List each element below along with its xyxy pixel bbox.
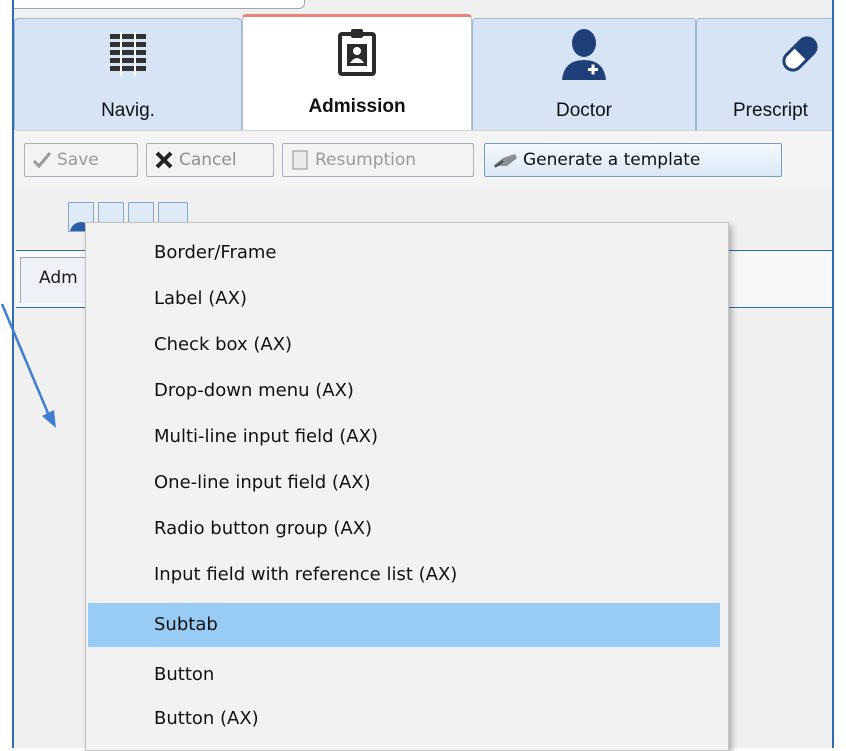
document-icon bbox=[289, 149, 311, 171]
menu-item-multi-line-input[interactable]: Multi-line input field (AX) bbox=[88, 415, 720, 459]
checkmark-icon bbox=[31, 149, 53, 171]
menu-item-subtab[interactable]: Subtab bbox=[88, 603, 720, 647]
menu-item-border-frame[interactable]: Border/Frame bbox=[88, 231, 720, 275]
menu-item-check-box[interactable]: Check box (AX) bbox=[88, 323, 720, 367]
annotation-arrow bbox=[0, 303, 56, 428]
menu-item-input-reference-list[interactable]: Input field with reference list (AX) bbox=[88, 553, 720, 597]
save-label: Save bbox=[57, 150, 99, 170]
pill-icon bbox=[697, 27, 832, 81]
menu-item-drop-down-menu[interactable]: Drop-down menu (AX) bbox=[88, 369, 720, 413]
menu-item-one-line-input[interactable]: One-line input field (AX) bbox=[88, 461, 720, 505]
generate-template-button[interactable]: Generate a template bbox=[484, 143, 782, 177]
resumption-label: Resumption bbox=[315, 150, 417, 170]
context-menu: Border/Frame Label (AX) Check box (AX) D… bbox=[85, 222, 729, 751]
clipboard-id-icon bbox=[243, 25, 471, 79]
list-icon bbox=[15, 27, 241, 81]
window-edge-fragment bbox=[14, 0, 305, 9]
cancel-button[interactable]: Cancel bbox=[146, 143, 274, 177]
menu-item-button-ax[interactable]: Button (AX) bbox=[88, 697, 720, 741]
menu-item-radio-button-group[interactable]: Radio button group (AX) bbox=[88, 507, 720, 551]
cancel-label: Cancel bbox=[179, 150, 237, 170]
resumption-button[interactable]: Resumption bbox=[282, 143, 474, 177]
generate-template-label: Generate a template bbox=[523, 150, 701, 170]
tab-adm-label: Adm bbox=[39, 268, 78, 288]
tab-navig[interactable]: Navig. bbox=[14, 18, 242, 130]
close-icon bbox=[153, 149, 175, 171]
template-tool-icon bbox=[491, 149, 519, 171]
tab-doctor-label: Doctor bbox=[556, 100, 612, 121]
tab-doctor[interactable]: Doctor bbox=[472, 18, 696, 130]
menu-item-label[interactable]: Label (AX) bbox=[88, 277, 720, 321]
toolbar: Save Cancel Resumption Generate a templa… bbox=[16, 130, 832, 190]
tab-admission-label: Admission bbox=[308, 96, 406, 117]
save-button[interactable]: Save bbox=[24, 143, 138, 177]
doctor-icon bbox=[473, 27, 695, 81]
tab-prescript[interactable]: Prescript bbox=[696, 18, 832, 130]
tab-prescript-label: Prescript bbox=[733, 100, 808, 121]
menu-item-button[interactable]: Button bbox=[88, 653, 720, 697]
tab-admission[interactable]: Admission bbox=[242, 14, 472, 130]
tab-navig-label: Navig. bbox=[101, 100, 155, 121]
